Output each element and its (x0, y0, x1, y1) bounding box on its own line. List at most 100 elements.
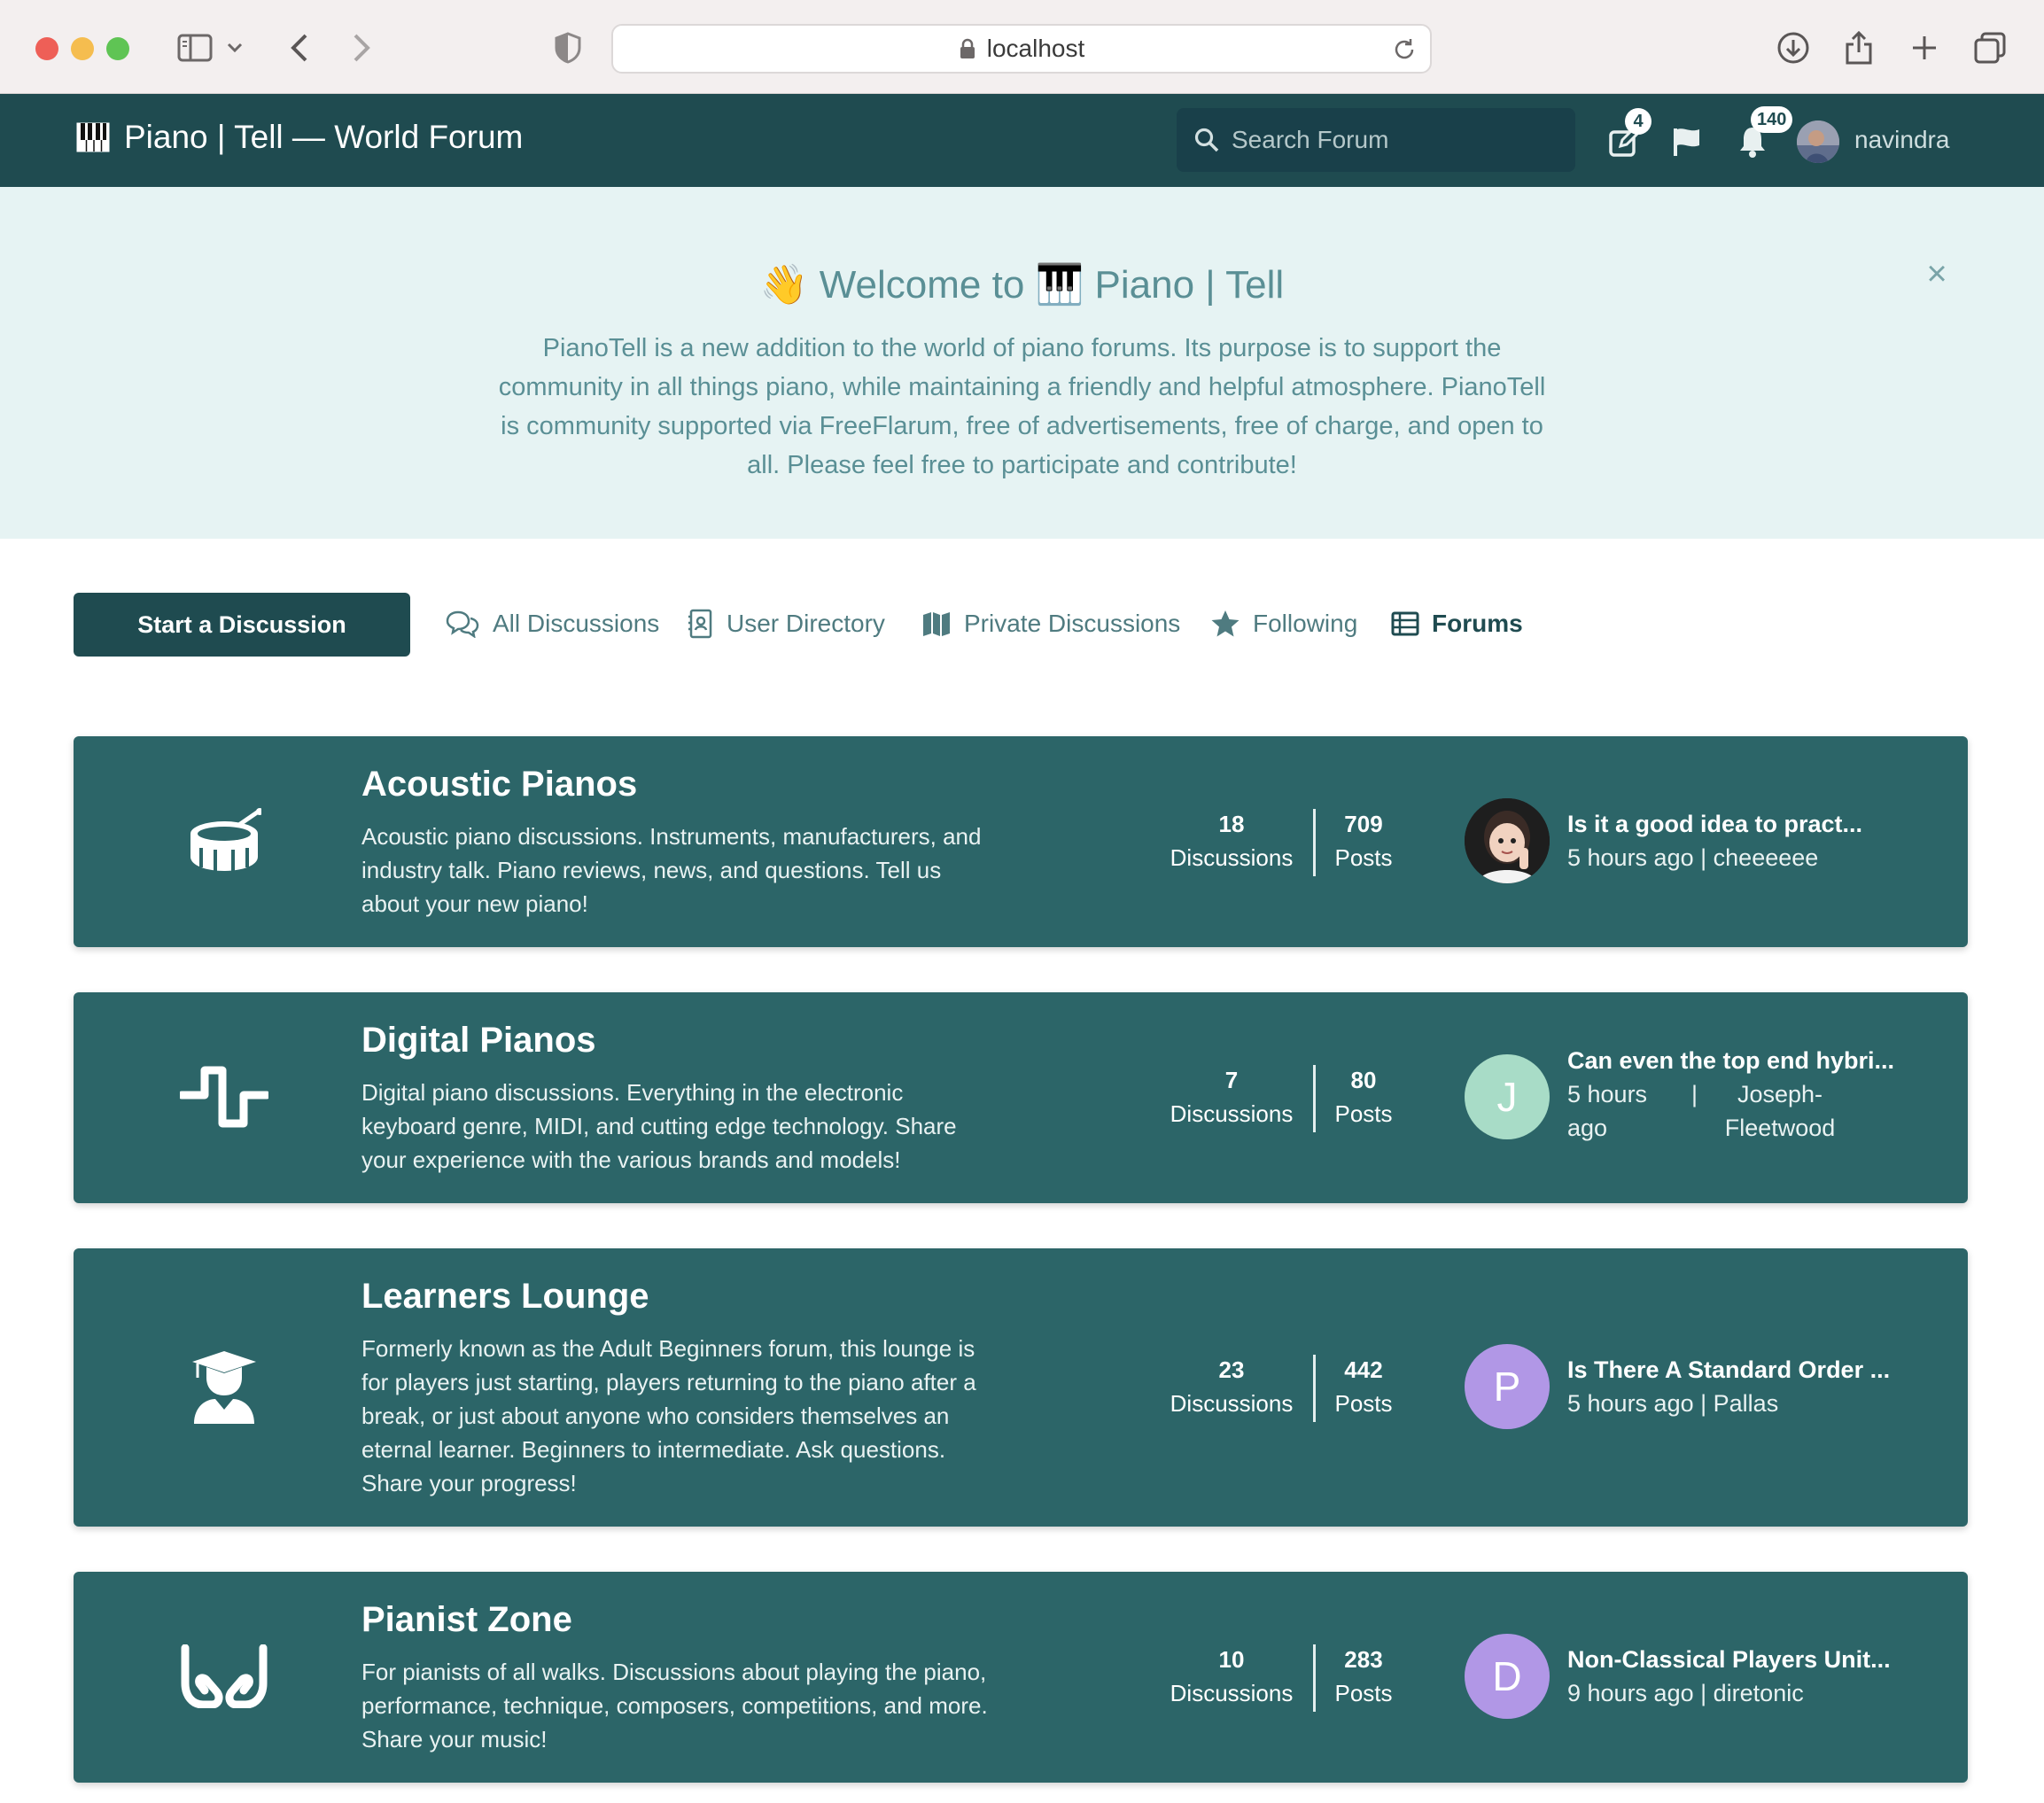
zoom-window-button[interactable] (106, 37, 129, 60)
drum-icon (171, 788, 277, 894)
map-icon (923, 612, 950, 636)
share-icon[interactable] (1838, 27, 1880, 69)
forward-icon[interactable] (340, 27, 383, 69)
discussions-label: Discussions (1170, 844, 1294, 871)
username[interactable]: navindra (1854, 126, 1949, 154)
forum-description: Digital piano discussions. Everything in… (361, 1079, 957, 1173)
avatar[interactable]: J (1465, 1054, 1550, 1139)
last-time: 9 hours ago (1567, 1680, 1694, 1706)
posts-count: 709 Posts (1297, 807, 1430, 874)
forum-header: Piano | Tell — World Forum 4 140 navindr… (0, 94, 2044, 187)
last-time: 5 hours ago (1567, 1081, 1648, 1141)
notifications-badge: 140 (1751, 106, 1793, 133)
posts-label: Posts (1334, 1390, 1393, 1417)
posts-number: 80 (1350, 1067, 1377, 1093)
last-time: 5 hours ago (1567, 844, 1694, 871)
nav-private-discussions[interactable]: Private Discussions (921, 606, 1180, 641)
hero-title: 👋 Welcome to 🎹 Piano | Tell (759, 263, 1285, 307)
nav-forums[interactable]: Forums (1391, 606, 1523, 641)
last-discussion-title[interactable]: Can even the top end hybri... (1567, 1047, 1922, 1075)
discussions-label: Discussions (1170, 1680, 1294, 1706)
chevron-down-icon[interactable] (220, 27, 250, 69)
meta-separator: | (1700, 1680, 1707, 1706)
reload-icon[interactable] (1391, 36, 1418, 63)
forum-card-pianist-zone[interactable]: Pianist Zone For pianists of all walks. … (74, 1572, 1968, 1783)
forum-title: Acoustic Pianos (361, 765, 638, 804)
discussions-label: Discussions (1170, 1100, 1294, 1127)
back-icon[interactable] (278, 27, 321, 69)
forum-brand-link[interactable]: Piano | Tell — World Forum (76, 119, 523, 156)
avatar[interactable]: D (1465, 1634, 1550, 1719)
last-discussion-title[interactable]: Non-Classical Players Unit... (1567, 1646, 1922, 1674)
last-user[interactable]: Joseph-Fleetwood (1709, 1077, 1851, 1145)
lock-icon (960, 38, 975, 58)
posts-count: 442 Posts (1297, 1353, 1430, 1420)
welcome-hero: 👋 Welcome to 🎹 Piano | Tell PianoTell is… (0, 187, 2044, 539)
url-text: localhost (986, 35, 1085, 62)
nav-label: All Discussions (493, 610, 660, 637)
compose-badge: 4 (1625, 108, 1652, 135)
nav-all-discussions[interactable]: All Discussions (445, 606, 659, 641)
avatar[interactable] (1465, 798, 1550, 883)
new-tab-icon[interactable] (1903, 27, 1946, 69)
search-input[interactable] (1232, 126, 1550, 154)
wave-square-icon (171, 1044, 277, 1150)
sidebar-toggle-icon[interactable] (174, 27, 216, 69)
nav-label: User Directory (727, 610, 885, 637)
close-icon[interactable]: × (1923, 256, 1951, 291)
last-user[interactable]: diretonic (1714, 1680, 1804, 1706)
posts-count: 283 Posts (1297, 1643, 1430, 1710)
avatar[interactable] (1797, 120, 1839, 163)
last-discussion-title[interactable]: Is it a good idea to pract... (1567, 811, 1922, 838)
discussions-number: 23 (1218, 1356, 1245, 1383)
nav-label: Following (1253, 610, 1358, 637)
notifications-button[interactable]: 140 (1731, 106, 1793, 163)
forum-card-learners-lounge[interactable]: Learners Lounge Formerly known as the Ad… (74, 1248, 1968, 1527)
forum-description: For pianists of all walks. Discussions a… (361, 1659, 988, 1752)
nav-user-directory[interactable]: User Directory (688, 606, 885, 641)
start-discussion-button[interactable]: Start a Discussion (74, 593, 410, 657)
last-time: 5 hours ago (1567, 1390, 1694, 1417)
flags-button[interactable] (1666, 120, 1708, 163)
posts-label: Posts (1334, 1100, 1393, 1127)
last-discussion-title[interactable]: Is There A Standard Order ... (1567, 1356, 1922, 1384)
flag-icon (1674, 128, 1699, 156)
forum-description: Acoustic piano discussions. Instruments,… (361, 823, 982, 917)
browser-toolbar: localhost (0, 0, 2044, 94)
close-window-button[interactable] (35, 37, 58, 60)
avatar[interactable]: P (1465, 1344, 1550, 1429)
forum-card-acoustic-pianos[interactable]: Acoustic Pianos Acoustic piano discussio… (74, 736, 1968, 947)
posts-number: 709 (1344, 811, 1383, 837)
shield-icon[interactable] (547, 27, 589, 69)
nav-label: Private Discussions (964, 610, 1181, 637)
compose-button[interactable]: 4 (1604, 108, 1652, 163)
hero-text: PianoTell is a new addition to the world… (498, 334, 1546, 479)
last-user[interactable]: cheeeeee (1714, 844, 1819, 871)
discussions-number: 10 (1218, 1646, 1245, 1673)
last-user[interactable]: Pallas (1714, 1390, 1779, 1417)
discussions-count: 10 Discussions (1165, 1643, 1298, 1710)
last-discussion-meta: 5 hours ago | Pallas (1567, 1387, 1922, 1420)
piano-icon (76, 122, 110, 152)
discussions-number: 7 (1224, 1067, 1239, 1093)
discussions-count: 7 Discussions (1165, 1063, 1298, 1131)
nav-following[interactable]: Following (1210, 606, 1357, 641)
minimize-window-button[interactable] (71, 37, 94, 60)
search-box[interactable] (1177, 108, 1575, 172)
download-icon[interactable] (1772, 27, 1815, 69)
forum-card-digital-pianos[interactable]: Digital Pianos Digital piano discussions… (74, 992, 1968, 1203)
posts-label: Posts (1334, 1680, 1393, 1706)
last-discussion-meta: 5 hours ago | Joseph-Fleetwood (1567, 1077, 1922, 1145)
tab-overview-icon[interactable] (1969, 27, 2011, 69)
nav-label: Forums (1432, 610, 1523, 637)
discussions-count: 23 Discussions (1165, 1353, 1298, 1420)
forum-title: Learners Lounge (361, 1277, 649, 1316)
discussions-count: 18 Discussions (1165, 807, 1298, 874)
comments-icon (446, 610, 479, 638)
address-bar[interactable]: localhost (611, 24, 1432, 74)
posts-number: 442 (1344, 1356, 1383, 1383)
last-discussion-meta: 9 hours ago | diretonic (1567, 1676, 1922, 1710)
forum-title: Digital Pianos (361, 1021, 596, 1060)
forum-title: Pianist Zone (361, 1600, 572, 1639)
last-discussion-meta: 5 hours ago | cheeeeee (1567, 841, 1922, 874)
